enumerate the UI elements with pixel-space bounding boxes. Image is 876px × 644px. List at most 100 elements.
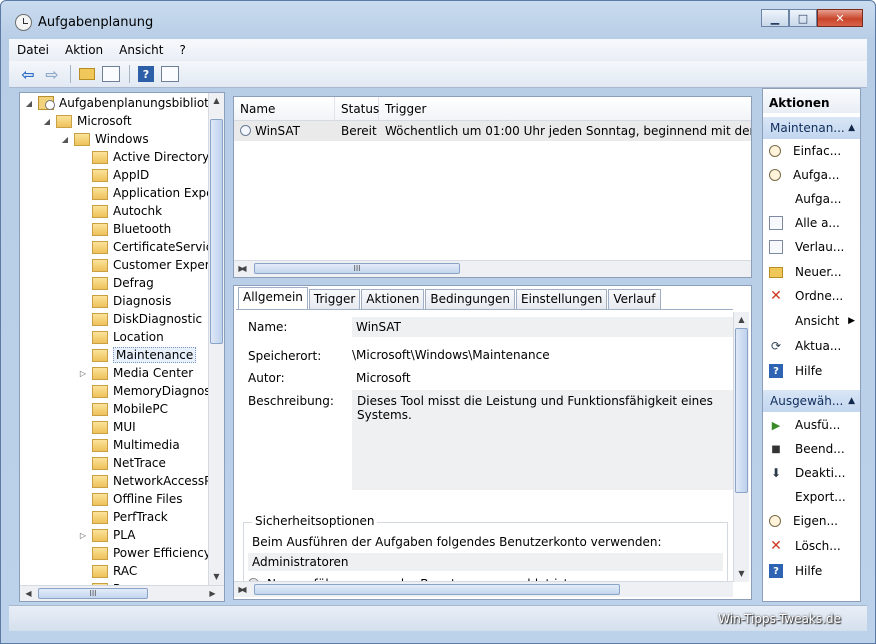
tree-item[interactable]: MobilePC — [78, 400, 168, 418]
details-horizontal-scrollbar[interactable]: ◀ ▶ — [234, 581, 733, 597]
tree-item[interactable]: Bluetooth — [78, 220, 171, 238]
tree-item[interactable]: PerfTrack — [78, 508, 168, 526]
menu-datei[interactable]: Datei — [9, 43, 57, 57]
minimize-button[interactable]: ▁ — [761, 9, 789, 27]
tab-verlauf[interactable]: Verlauf — [608, 289, 661, 310]
task-list: Name Status Trigger WinSAT Bereit Wöchen… — [233, 96, 752, 278]
action-run[interactable]: ▶ Ausfü... — [763, 414, 860, 436]
tree-item[interactable]: Application Experience — [78, 184, 224, 202]
scroll-right-icon[interactable]: ▶ — [235, 262, 248, 276]
scroll-thumb[interactable]: III — [254, 263, 460, 274]
expand-arrow-icon[interactable]: ▷ — [78, 531, 88, 540]
tree-item[interactable]: MemoryDiagnostic — [78, 382, 224, 400]
tab-aktionen[interactable]: Aktionen — [361, 289, 425, 310]
tree-item[interactable]: Active Directory — [78, 148, 209, 166]
tab-allgemein[interactable]: Allgemein — [238, 287, 308, 310]
action-refresh[interactable]: ⟳ Aktua... — [763, 335, 860, 357]
show-hide-tree-button[interactable] — [100, 64, 122, 85]
scroll-up-icon[interactable]: ▲ — [735, 313, 748, 327]
description-field[interactable]: Dieses Tool misst die Leistung und Funkt… — [352, 390, 734, 490]
tree-item[interactable]: Power Efficiency Diagnostics — [78, 544, 224, 562]
scroll-down-icon[interactable]: ▼ — [735, 567, 748, 581]
action-show-running-tasks[interactable]: Alle a... — [763, 212, 860, 234]
action-properties[interactable]: Eigen... — [763, 510, 860, 532]
action-create-basic-task[interactable]: Einfac... — [763, 140, 860, 162]
scroll-thumb[interactable] — [735, 328, 748, 493]
help-button[interactable]: ? — [135, 64, 157, 85]
action-delete-folder[interactable]: ✕ Ordne... — [763, 285, 860, 307]
tree-item[interactable]: Offline Files — [78, 490, 183, 508]
action-history[interactable]: Verlau... — [763, 236, 860, 258]
tab-trigger[interactable]: Trigger — [308, 289, 361, 310]
action-import-task[interactable]: Aufga... — [763, 188, 860, 210]
show-hide-action-pane-button[interactable] — [159, 64, 181, 85]
tab-bedingungen[interactable]: Bedingungen — [425, 289, 516, 310]
actions-section-folder[interactable]: Maintenan... — [763, 117, 860, 139]
action-view[interactable]: Ansicht ▶ — [763, 310, 860, 332]
table-row[interactable]: WinSAT Bereit Wöchentlich um 01:00 Uhr j… — [234, 121, 751, 141]
action-create-task[interactable]: Aufga... — [763, 164, 860, 186]
tree-item[interactable]: Maintenance — [78, 346, 197, 364]
action-end[interactable]: ■ Beend... — [763, 438, 860, 460]
menu-aktion[interactable]: Aktion — [57, 43, 111, 57]
tree-item[interactable]: DiskDiagnostic — [78, 310, 202, 328]
tree-item[interactable]: Diagnosis — [78, 292, 171, 310]
tree-item[interactable]: RAC — [78, 562, 137, 580]
scroll-thumb[interactable] — [210, 119, 223, 344]
expand-arrow-icon[interactable]: ▷ — [78, 369, 88, 378]
scroll-right-icon[interactable]: ▶ — [206, 587, 219, 601]
collapse-arrow-icon[interactable]: ◢ — [24, 99, 34, 108]
user-account-field[interactable]: Administratoren — [248, 553, 723, 571]
tree-item[interactable]: Location — [78, 328, 164, 346]
tree-item[interactable]: ▷ PLA — [78, 526, 135, 544]
tree-item[interactable]: Customer Experience Improvement Program — [78, 256, 224, 274]
action-disable[interactable]: ⬇ Deakti... — [763, 462, 860, 484]
task-list-horizontal-scrollbar[interactable]: ◀ III ▶ — [234, 260, 751, 277]
tree-item[interactable]: NetworkAccessProtection — [78, 472, 224, 490]
column-header-name[interactable]: Name — [234, 97, 335, 121]
tree-vertical-scrollbar[interactable]: ▲ ▼ — [208, 93, 224, 585]
scroll-thumb[interactable]: III — [38, 588, 148, 599]
tree-horizontal-scrollbar[interactable]: ◀ III ▶ — [20, 585, 224, 601]
tree-item[interactable]: Autochk — [78, 202, 162, 220]
actions-section-selected-item[interactable]: Ausgewäh... — [763, 390, 860, 412]
tab-einstellungen[interactable]: Einstellungen — [516, 289, 608, 310]
history-icon — [769, 240, 783, 254]
close-button[interactable]: ✕ — [817, 9, 863, 27]
scroll-right-icon[interactable]: ▶ — [235, 583, 248, 597]
tree-item-root[interactable]: ◢ Aufgabenplanungsbibliothek — [24, 94, 224, 112]
scroll-up-icon[interactable]: ▲ — [210, 94, 223, 108]
action-help[interactable]: ? Hilfe — [763, 360, 860, 382]
author-field[interactable]: Microsoft — [352, 368, 734, 388]
action-new-folder[interactable]: Neuer... — [763, 261, 860, 283]
action-help-selected[interactable]: ? Hilfe — [763, 560, 860, 582]
name-field[interactable]: WinSAT — [352, 317, 734, 337]
action-delete[interactable]: ✕ Lösch... — [763, 535, 860, 557]
column-header-status[interactable]: Status — [335, 97, 379, 121]
scroll-left-icon[interactable]: ◀ — [22, 587, 35, 601]
back-button[interactable]: ⇦ — [17, 64, 39, 85]
tree-item[interactable]: Multimedia — [78, 436, 180, 454]
menu-help[interactable]: ? — [171, 43, 193, 57]
maximize-button[interactable]: □ — [789, 9, 817, 27]
tree-item-microsoft[interactable]: ◢ Microsoft — [42, 112, 132, 130]
scroll-thumb[interactable] — [254, 584, 620, 595]
forward-button[interactable]: ⇨ — [41, 64, 63, 85]
scroll-down-icon[interactable]: ▼ — [210, 570, 223, 584]
action-label: Neuer... — [795, 265, 842, 279]
column-header-trigger[interactable]: Trigger — [379, 97, 751, 121]
folder-icon — [92, 456, 108, 470]
details-vertical-scrollbar[interactable]: ▲ ▼ — [733, 312, 749, 582]
up-button[interactable] — [76, 64, 98, 85]
tree-item-windows[interactable]: ◢ Windows — [60, 130, 149, 148]
menu-ansicht[interactable]: Ansicht — [111, 43, 171, 57]
action-export[interactable]: Export... — [763, 486, 860, 508]
tree-item[interactable]: CertificateServicesClient — [78, 238, 224, 256]
tree-item[interactable]: NetTrace — [78, 454, 166, 472]
collapse-arrow-icon[interactable]: ◢ — [42, 117, 52, 126]
tree-item[interactable]: AppID — [78, 166, 149, 184]
tree-item[interactable]: Defrag — [78, 274, 154, 292]
tree-item[interactable]: MUI — [78, 418, 136, 436]
tree-item[interactable]: ▷ Media Center — [78, 364, 193, 382]
collapse-arrow-icon[interactable]: ◢ — [60, 135, 70, 144]
